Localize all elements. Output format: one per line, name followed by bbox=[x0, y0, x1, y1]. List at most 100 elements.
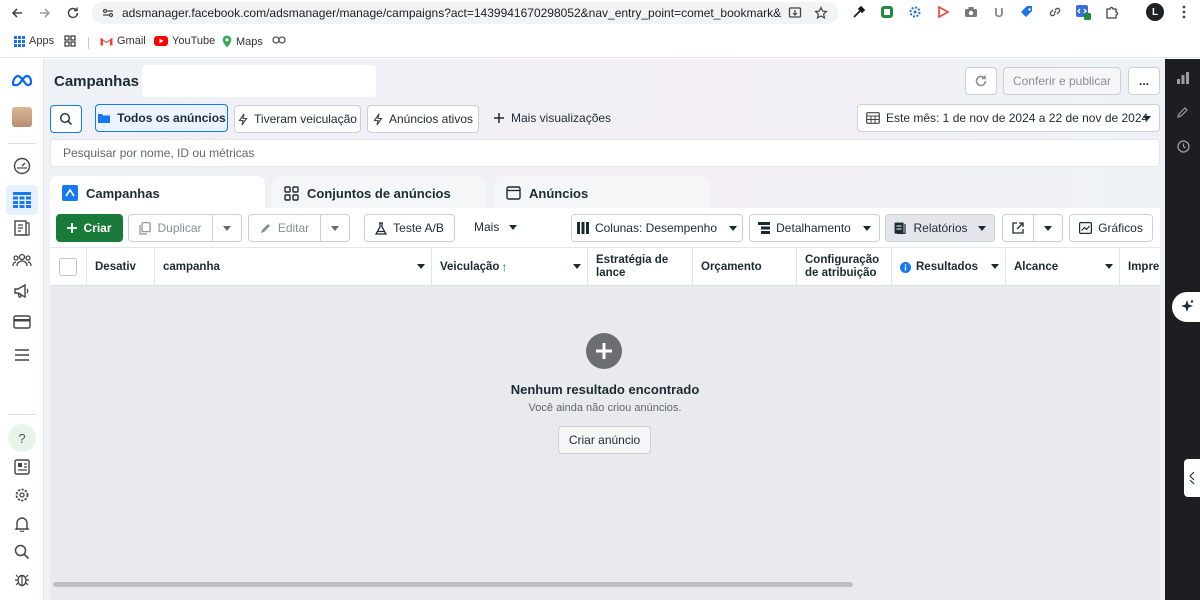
bug-report-icon[interactable] bbox=[10, 567, 34, 591]
link-extension-icon[interactable] bbox=[1047, 4, 1063, 20]
date-range-picker[interactable]: Este mês: 1 de nov de 2024 a 22 de nov d… bbox=[857, 104, 1160, 132]
more-actions-button[interactable]: Mais bbox=[474, 220, 518, 234]
billing-card-icon[interactable] bbox=[10, 310, 34, 334]
refresh-button[interactable] bbox=[965, 67, 997, 95]
column-impressions[interactable]: Impres bbox=[1120, 248, 1160, 286]
export-button[interactable] bbox=[1002, 214, 1034, 242]
address-bar[interactable]: adsmanager.facebook.com/adsmanager/manag… bbox=[92, 2, 838, 24]
code-extension-icon[interactable] bbox=[1075, 4, 1091, 20]
charts-button[interactable]: Gráficos bbox=[1069, 214, 1153, 242]
nav-divider bbox=[8, 143, 36, 144]
ad-library-icon[interactable] bbox=[10, 216, 34, 240]
create-button[interactable]: Criar bbox=[56, 214, 123, 242]
column-reach[interactable]: Alcance bbox=[1006, 248, 1120, 286]
extensions-puzzle-icon[interactable] bbox=[1104, 4, 1120, 20]
horizontal-scrollbar[interactable] bbox=[53, 582, 853, 587]
active-ads-filter[interactable]: Anúncios ativos bbox=[367, 105, 479, 133]
back-icon[interactable] bbox=[8, 4, 26, 22]
column-attribution-setting[interactable]: Configuração de atribuição bbox=[797, 248, 892, 286]
bookmark-grid[interactable] bbox=[64, 35, 76, 47]
bookmark-maps[interactable]: Maps bbox=[222, 35, 263, 48]
account-avatar[interactable] bbox=[10, 105, 34, 129]
had-delivery-filter[interactable]: Tiveram veiculação bbox=[234, 105, 361, 133]
install-app-icon[interactable] bbox=[788, 6, 802, 20]
export-dropdown[interactable] bbox=[1033, 214, 1063, 242]
bookmark-extra[interactable] bbox=[272, 35, 286, 45]
column-campaign[interactable]: campanha bbox=[155, 248, 432, 286]
forward-icon[interactable] bbox=[36, 4, 54, 22]
page-title: Campanhas bbox=[54, 73, 140, 90]
search-icon bbox=[59, 112, 73, 126]
columns-dropdown[interactable]: Colunas: Desempenho bbox=[571, 214, 743, 242]
search-bar[interactable] bbox=[50, 139, 1160, 167]
eyedropper-extension-icon[interactable] bbox=[851, 4, 867, 20]
column-toggle-off[interactable]: Desativ bbox=[87, 248, 155, 286]
tab-campaigns[interactable]: Campanhas bbox=[50, 176, 265, 210]
play-extension-icon[interactable] bbox=[935, 4, 951, 20]
search-toggle-button[interactable] bbox=[50, 105, 82, 133]
refresh-icon bbox=[974, 74, 988, 88]
ab-test-button[interactable]: Teste A/B bbox=[364, 214, 455, 242]
url-text[interactable]: adsmanager.facebook.com/adsmanager/manag… bbox=[122, 6, 782, 20]
settings-gear-icon[interactable] bbox=[10, 483, 34, 507]
table-body-empty: Nenhum resultado encontrado Você ainda n… bbox=[50, 286, 1160, 600]
edit-dropdown[interactable] bbox=[320, 214, 350, 242]
advertise-megaphone-icon[interactable] bbox=[10, 279, 34, 303]
plus-icon bbox=[494, 113, 504, 123]
help-icon[interactable]: ? bbox=[8, 424, 36, 452]
chevron-down-icon bbox=[977, 225, 986, 231]
edit-button[interactable]: Editar bbox=[248, 214, 321, 242]
account-name-box[interactable] bbox=[142, 65, 376, 97]
search-input[interactable] bbox=[51, 140, 1159, 166]
more-views-button[interactable]: Mais visualizações bbox=[494, 111, 611, 125]
all-tools-menu-icon[interactable] bbox=[10, 343, 34, 367]
meta-logo-icon[interactable] bbox=[10, 68, 34, 92]
chevron-down-icon bbox=[223, 225, 231, 231]
more-options-button[interactable]: ... bbox=[1128, 67, 1160, 95]
ai-sparkle-button[interactable] bbox=[1172, 292, 1200, 322]
campaigns-table-icon[interactable] bbox=[6, 185, 38, 215]
u-extension-icon[interactable]: U bbox=[991, 4, 1007, 20]
green-extension-icon[interactable] bbox=[879, 4, 895, 20]
bar-chart-icon[interactable] bbox=[1174, 69, 1192, 87]
chevron-down-icon bbox=[1143, 116, 1151, 121]
tab-ad-sets[interactable]: Conjuntos de anúncios bbox=[272, 176, 486, 210]
nav-divider-bottom bbox=[8, 414, 36, 415]
bookmarks-bar: Apps Gmail YouTube Maps bbox=[0, 30, 1200, 54]
review-publish-button[interactable]: Conferir e publicar bbox=[1003, 67, 1121, 95]
column-bid-strategy[interactable]: Estratégia de lance bbox=[588, 248, 693, 286]
duplicate-dropdown[interactable] bbox=[212, 214, 242, 242]
audiences-icon[interactable] bbox=[10, 248, 34, 272]
news-feed-icon[interactable] bbox=[10, 455, 34, 479]
history-clock-icon[interactable] bbox=[1174, 137, 1192, 155]
site-info-icon[interactable] bbox=[102, 7, 114, 19]
side-panel-handle[interactable] bbox=[1184, 459, 1200, 497]
chevron-down-icon bbox=[331, 225, 339, 231]
breakdown-dropdown[interactable]: Detalhamento bbox=[749, 214, 880, 242]
column-results[interactable]: Resultados bbox=[892, 248, 1006, 286]
column-delivery[interactable]: Veiculação ↑ bbox=[432, 248, 588, 286]
camera-extension-icon[interactable] bbox=[963, 4, 979, 20]
column-budget[interactable]: Orçamento bbox=[693, 248, 797, 286]
tab-ads[interactable]: Anúncios bbox=[494, 176, 709, 210]
edit-pencil-icon[interactable] bbox=[1174, 103, 1192, 121]
notifications-bell-icon[interactable] bbox=[10, 512, 34, 536]
create-ad-button[interactable]: Criar anúncio bbox=[558, 426, 651, 454]
reports-dropdown[interactable]: Relatórios bbox=[885, 214, 995, 242]
select-all-checkbox[interactable] bbox=[59, 258, 77, 276]
reload-icon[interactable] bbox=[64, 4, 82, 22]
bookmark-apps[interactable]: Apps bbox=[14, 35, 54, 47]
tag-extension-icon[interactable] bbox=[1019, 4, 1035, 20]
profile-avatar[interactable]: L bbox=[1146, 3, 1164, 21]
bookmark-star-icon[interactable] bbox=[814, 6, 828, 20]
bookmark-youtube[interactable]: YouTube bbox=[154, 35, 215, 47]
pencil-icon bbox=[260, 222, 272, 234]
all-ads-filter[interactable]: Todos os anúncios bbox=[95, 104, 228, 132]
search-icon[interactable] bbox=[10, 540, 34, 564]
chevron-down-icon bbox=[573, 264, 581, 269]
duplicate-button[interactable]: Duplicar bbox=[128, 214, 213, 242]
bookmark-gmail[interactable]: Gmail bbox=[100, 35, 146, 47]
gear-extension-icon[interactable] bbox=[907, 4, 923, 20]
browser-menu-icon[interactable] bbox=[1176, 4, 1192, 20]
dashboard-gauge-icon[interactable] bbox=[10, 154, 34, 178]
